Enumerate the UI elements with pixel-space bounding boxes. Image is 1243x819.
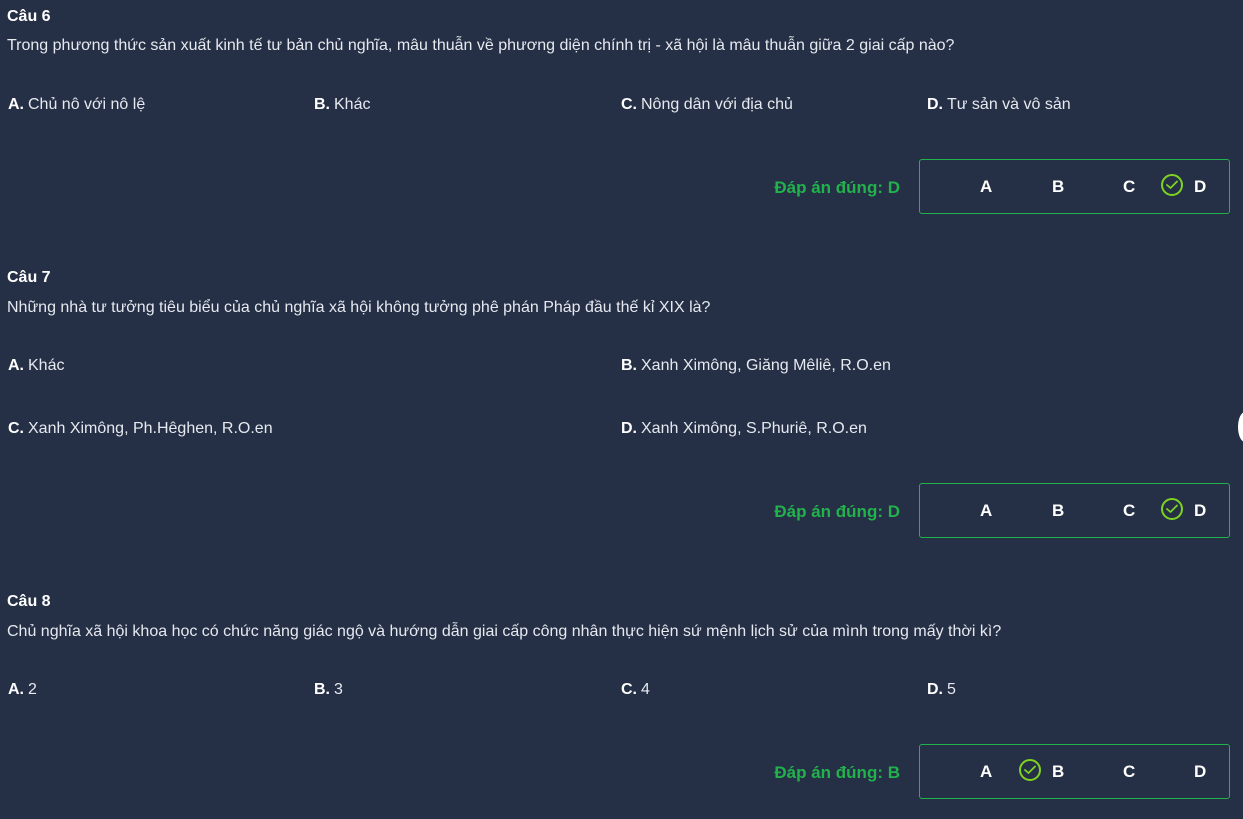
- option-text: Nông dân với địa chủ: [641, 96, 793, 113]
- option-c: C. 4: [621, 681, 650, 699]
- option-letter: D.: [621, 420, 637, 437]
- option-text: 3: [334, 681, 343, 698]
- option-letter: A.: [8, 96, 24, 113]
- option-letter: B.: [621, 357, 637, 374]
- answer-choice-group: A B C D: [919, 744, 1230, 799]
- correct-answer-label: Đáp án đúng: D: [774, 178, 900, 197]
- option-b: B. Xanh Ximông, Giăng Mêliê, R.O.en: [621, 357, 891, 375]
- choice-c[interactable]: C: [1123, 484, 1135, 537]
- choice-a[interactable]: A: [980, 745, 992, 798]
- choice-c[interactable]: C: [1123, 160, 1135, 213]
- side-scroll-handle[interactable]: [1238, 412, 1243, 442]
- option-text: Xanh Ximông, Ph.Hêghen, R.O.en: [28, 420, 273, 437]
- option-d: D. Xanh Ximông, S.Phuriê, R.O.en: [621, 420, 867, 438]
- option-text: Xanh Ximông, Giăng Mêliê, R.O.en: [641, 357, 891, 374]
- question-title: Câu 8: [7, 593, 51, 610]
- option-d: D. 5: [927, 681, 956, 699]
- option-c: C. Xanh Ximông, Ph.Hêghen, R.O.en: [8, 420, 273, 438]
- question-text: Những nhà tư tưởng tiêu biểu của chủ ngh…: [7, 299, 711, 316]
- option-letter: D.: [927, 96, 943, 113]
- option-a: A. 2: [8, 681, 37, 699]
- option-b: B. 3: [314, 681, 343, 699]
- choice-a[interactable]: A: [980, 160, 992, 213]
- option-text: Tư sản và vô sản: [947, 96, 1071, 113]
- option-letter: C.: [621, 96, 637, 113]
- option-letter: C.: [621, 681, 637, 698]
- option-text: Khác: [334, 96, 371, 113]
- choice-b[interactable]: B: [1052, 745, 1064, 798]
- option-text: 2: [28, 681, 37, 698]
- option-letter: B.: [314, 681, 330, 698]
- option-text: Khác: [28, 357, 65, 374]
- correct-answer-label: Đáp án đúng: B: [774, 763, 900, 782]
- check-circle-icon: [1019, 759, 1041, 781]
- option-text: Xanh Ximông, S.Phuriê, R.O.en: [641, 420, 867, 437]
- option-text: 5: [947, 681, 956, 698]
- check-circle-icon: [1161, 498, 1183, 520]
- question-title: Câu 7: [7, 269, 51, 286]
- option-c: C. Nông dân với địa chủ: [621, 96, 793, 114]
- choice-d[interactable]: D: [1194, 745, 1206, 798]
- option-b: B. Khác: [314, 96, 370, 114]
- answer-choice-group: A B C D: [919, 483, 1230, 538]
- option-letter: A.: [8, 681, 24, 698]
- option-letter: C.: [8, 420, 24, 437]
- check-circle-icon: [1161, 174, 1183, 196]
- option-a: A. Khác: [8, 357, 64, 375]
- option-letter: A.: [8, 357, 24, 374]
- choice-a[interactable]: A: [980, 484, 992, 537]
- option-a: A. Chủ nô với nô lệ: [8, 96, 145, 114]
- option-text: 4: [641, 681, 650, 698]
- question-text: Trong phương thức sản xuất kinh tế tư bả…: [7, 37, 955, 54]
- option-d: D. Tư sản và vô sản: [927, 96, 1071, 114]
- option-letter: B.: [314, 96, 330, 113]
- option-letter: D.: [927, 681, 943, 698]
- question-title: Câu 6: [7, 8, 51, 25]
- choice-c[interactable]: C: [1123, 745, 1135, 798]
- choice-b[interactable]: B: [1052, 160, 1064, 213]
- choice-d[interactable]: D: [1194, 160, 1206, 213]
- choice-d[interactable]: D: [1194, 484, 1206, 537]
- correct-answer-label: Đáp án đúng: D: [774, 502, 900, 521]
- option-text: Chủ nô với nô lệ: [28, 96, 146, 113]
- question-text: Chủ nghĩa xã hội khoa học có chức năng g…: [7, 623, 1002, 640]
- answer-choice-group: A B C D: [919, 159, 1230, 214]
- choice-b[interactable]: B: [1052, 484, 1064, 537]
